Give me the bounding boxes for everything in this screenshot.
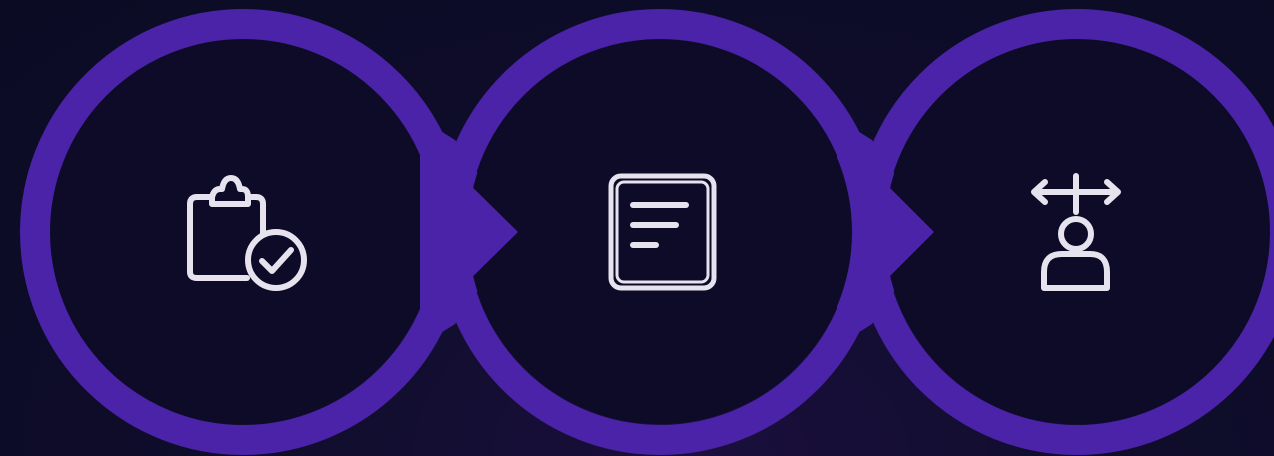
step-1-inner [51, 40, 435, 424]
step-2-inner-overlay [468, 40, 852, 424]
step-1-node [20, 9, 466, 455]
process-flow-svg [20, 9, 1274, 455]
process-flow-diagram [0, 0, 1274, 456]
step-3-inner-overlay [885, 40, 1269, 424]
